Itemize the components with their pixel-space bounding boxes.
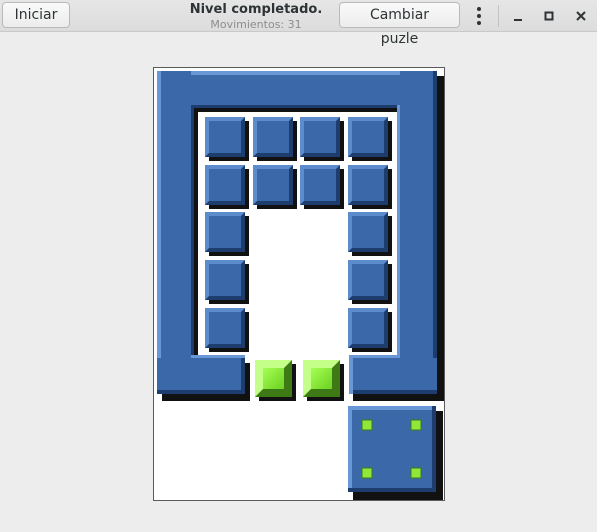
change-puzzle-button[interactable]: Cambiar puzle: [339, 2, 460, 47]
vertical-dots-icon[interactable]: [470, 6, 488, 26]
blue-blocks: [205, 117, 392, 352]
maximize-icon[interactable]: [539, 6, 559, 26]
goal-marker: [361, 467, 373, 479]
blue-block[interactable]: [348, 308, 392, 352]
goal-marker: [410, 419, 422, 431]
header-bar: Iniciar Nivel completado. Movimientos: 3…: [0, 0, 597, 47]
target-block[interactable]: [348, 406, 443, 500]
blue-block[interactable]: [253, 117, 297, 161]
blue-block[interactable]: [348, 165, 392, 209]
blue-block[interactable]: [253, 165, 297, 209]
goal-marker: [410, 467, 422, 479]
blue-block[interactable]: [205, 212, 249, 256]
blue-block[interactable]: [348, 212, 392, 256]
puzzle-canvas: [157, 71, 444, 500]
blue-block[interactable]: [205, 117, 249, 161]
moves-counter: Movimientos: 31: [210, 18, 302, 31]
goal-marker: [361, 419, 373, 431]
blue-block[interactable]: [205, 260, 249, 304]
title-area: Nivel completado. Movimientos: 31: [160, 0, 352, 31]
blue-block[interactable]: [205, 308, 249, 352]
blue-block[interactable]: [348, 117, 392, 161]
green-blocks: [255, 360, 344, 401]
window-title: Nivel completado.: [189, 2, 323, 17]
puzzle-frame: [157, 71, 437, 394]
header-separator: [498, 5, 499, 27]
green-block[interactable]: [255, 360, 296, 401]
blue-block[interactable]: [300, 165, 344, 209]
start-button[interactable]: Iniciar: [2, 2, 70, 28]
minimize-icon[interactable]: [508, 6, 528, 26]
puzzle-board[interactable]: [153, 67, 445, 501]
blue-block[interactable]: [205, 165, 249, 209]
game-window: Iniciar Nivel completado. Movimientos: 3…: [0, 0, 597, 532]
blue-block[interactable]: [300, 117, 344, 161]
close-icon[interactable]: [571, 6, 591, 26]
green-block[interactable]: [303, 360, 344, 401]
blue-block[interactable]: [348, 260, 392, 304]
